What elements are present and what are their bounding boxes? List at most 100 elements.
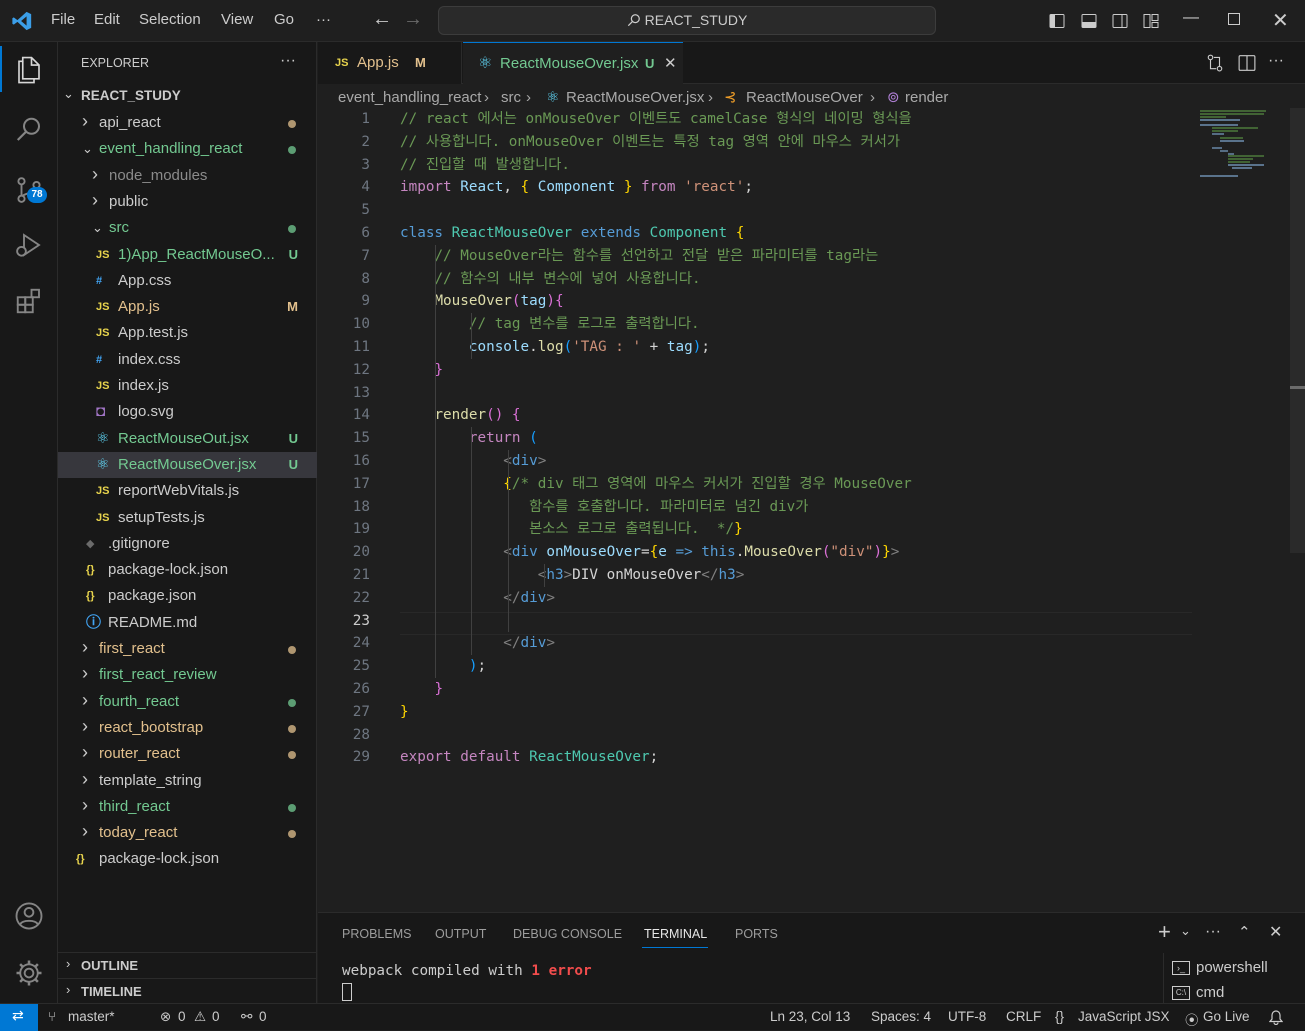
error-count[interactable]: 0 (178, 1009, 186, 1024)
git-branch[interactable]: master* (68, 1009, 115, 1024)
close-tab-icon[interactable]: ✕ (664, 43, 677, 85)
tree-item[interactable]: › api_react (58, 110, 317, 136)
tree-item[interactable]: › third_react (58, 794, 317, 820)
tree-item[interactable]: # App.css (58, 268, 317, 294)
forward-arrow-icon[interactable]: → (403, 8, 423, 31)
line-number: 9 (361, 293, 370, 310)
breadcrumb-folder[interactable]: event_handling_react (338, 86, 481, 110)
indentation[interactable]: Spaces: 4 (871, 1009, 931, 1024)
menu-edit[interactable]: Edit (94, 11, 120, 28)
chevron-down-icon[interactable]: ⌄ (1180, 923, 1191, 939)
encoding[interactable]: UTF-8 (948, 1009, 986, 1024)
timeline-section[interactable]: › TIMELINE (58, 978, 317, 1002)
workspace-root[interactable]: ⌄ REACT_STUDY (58, 84, 317, 108)
maximize-icon[interactable] (1228, 13, 1240, 25)
language-mode[interactable]: JavaScript JSX (1078, 1009, 1170, 1024)
tab-react-mouse-over[interactable]: ⚛ ReactMouseOver.jsx U ✕ (463, 42, 683, 85)
warning-count[interactable]: 0 (212, 1009, 220, 1024)
tab-ports[interactable]: PORTS (735, 927, 778, 941)
explorer-more-icon[interactable]: ··· (280, 52, 296, 70)
terminal-output[interactable]: webpack compiled with 1 error (342, 963, 592, 979)
tree-item[interactable]: › public (58, 189, 317, 215)
activity-explorer[interactable] (0, 44, 58, 94)
tab-app-js[interactable]: JS App.js M (318, 42, 462, 84)
tab-debug-console[interactable]: DEBUG CONSOLE (513, 927, 622, 941)
open-changes-icon[interactable] (1206, 54, 1224, 72)
tree-item[interactable]: ⚛ ReactMouseOver.jsx U (58, 451, 317, 478)
panel-more-icon[interactable]: ··· (1205, 923, 1221, 941)
tree-item[interactable]: {} package-lock.json (58, 846, 317, 872)
tab-output[interactable]: OUTPUT (435, 927, 486, 941)
tree-item[interactable]: ⌄ event_handling_react (58, 136, 317, 162)
close-panel-icon[interactable]: ✕ (1269, 922, 1282, 942)
tree-item[interactable]: # index.css (58, 347, 317, 373)
menu-more[interactable]: ··· (316, 11, 331, 28)
activity-run-debug[interactable] (0, 219, 58, 269)
toggle-panel-icon[interactable] (1081, 13, 1097, 29)
breadcrumb-method[interactable]: render (905, 86, 948, 110)
activity-manage[interactable] (0, 947, 58, 997)
bell-icon[interactable] (1269, 1010, 1283, 1025)
tree-item[interactable]: {} package.json (58, 583, 317, 609)
customize-layout-icon[interactable] (1143, 13, 1159, 29)
new-terminal-icon[interactable]: + (1158, 919, 1171, 945)
tab-terminal[interactable]: TERMINAL (644, 927, 707, 941)
command-center-search[interactable]: REACT_STUDY (438, 6, 936, 35)
tree-item[interactable]: ◘ logo.svg (58, 399, 317, 425)
minimap[interactable] (1198, 108, 1278, 178)
remote-indicator[interactable]: ⇄ (0, 1004, 38, 1031)
cursor-position[interactable]: Ln 23, Col 13 (770, 1009, 850, 1024)
menu-file[interactable]: File (51, 11, 75, 28)
toggle-secondary-sidebar-icon[interactable] (1112, 13, 1128, 29)
tree-item[interactable]: › first_react_review (58, 662, 317, 688)
menu-view[interactable]: View (221, 11, 253, 28)
split-editor-icon[interactable] (1238, 54, 1256, 72)
tree-item[interactable]: › today_react (58, 820, 317, 846)
code-line: // MouseOver라는 함수를 선언하고 전달 받은 파라미터를 tag라… (400, 245, 878, 268)
tree-item[interactable]: JS App.test.js (58, 320, 317, 346)
tree-item[interactable]: ◆ .gitignore (58, 531, 317, 557)
tab-problems[interactable]: PROBLEMS (342, 927, 411, 941)
tree-item[interactable]: {} package-lock.json (58, 557, 317, 583)
maximize-panel-icon[interactable]: ⌃ (1238, 923, 1251, 941)
ports-count[interactable]: 0 (259, 1009, 267, 1024)
minimize-icon[interactable]: — (1183, 9, 1199, 27)
tree-item[interactable]: JS setupTests.js (58, 505, 317, 531)
tree-item[interactable]: JS reportWebVitals.js (58, 478, 317, 504)
tree-item[interactable]: ⌄ src (58, 215, 317, 241)
activity-search[interactable] (0, 104, 58, 154)
line-ending[interactable]: CRLF (1006, 1009, 1041, 1024)
back-arrow-icon[interactable]: ← (372, 8, 392, 31)
tree-item[interactable]: JS 1)App_ReactMouseO... U (58, 242, 317, 268)
tree-item[interactable]: ⚛ ReactMouseOut.jsx U (58, 426, 317, 452)
tree-item[interactable]: JS index.js (58, 373, 317, 399)
outline-section[interactable]: › OUTLINE (58, 952, 317, 976)
breadcrumb-class[interactable]: ReactMouseOver (746, 86, 863, 110)
activity-source-control[interactable]: 78 (0, 164, 58, 214)
breadcrumb-file[interactable]: ReactMouseOver.jsx (566, 86, 704, 110)
activity-extensions[interactable] (0, 275, 58, 325)
code-token: + (641, 339, 667, 355)
tree-item[interactable]: JS App.js M (58, 294, 317, 320)
breadcrumb-src[interactable]: src (501, 86, 521, 110)
tree-item[interactable]: › router_react (58, 741, 317, 767)
editor-scrollbar-track[interactable] (1290, 108, 1305, 553)
tree-item[interactable]: › fourth_react (58, 689, 317, 715)
tree-item[interactable]: › react_bootstrap (58, 715, 317, 741)
tree-item[interactable]: › template_string (58, 768, 317, 794)
code-line: 본소스 로그로 출력됩니다. */} (400, 518, 743, 541)
close-window-icon[interactable]: ✕ (1272, 8, 1289, 33)
code-editor[interactable]: 1 // react 에서는 onMouseOver 이벤트도 camelCase… (318, 108, 1198, 908)
method-symbol-icon: ⊚ (887, 89, 900, 106)
menu-go[interactable]: Go (274, 11, 294, 28)
go-live[interactable]: Go Live (1203, 1009, 1250, 1024)
code-line: return ( (400, 427, 538, 450)
menu-selection[interactable]: Selection (139, 11, 201, 28)
activity-accounts[interactable] (0, 890, 58, 940)
toggle-primary-sidebar-icon[interactable] (1049, 13, 1065, 29)
cmd-icon: C:\ (1172, 986, 1190, 1000)
tree-item[interactable]: › first_react (58, 636, 317, 662)
editor-more-icon[interactable]: ··· (1268, 52, 1284, 70)
tree-item[interactable]: ⓘ README.md (58, 610, 317, 636)
tree-item[interactable]: › node_modules (58, 163, 317, 189)
